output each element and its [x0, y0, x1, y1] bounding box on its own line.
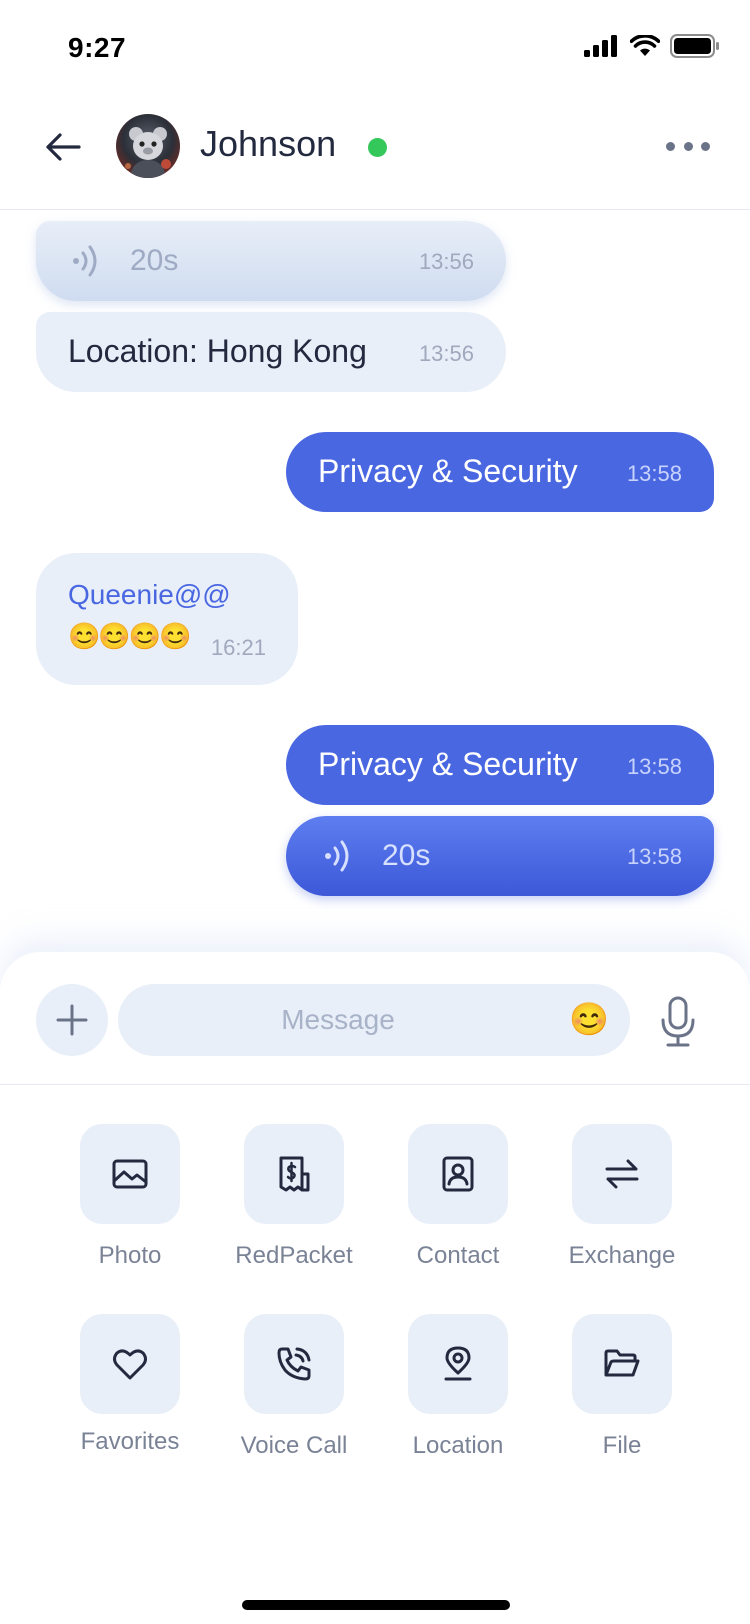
message-input[interactable]	[118, 984, 558, 1056]
more-dots-icon	[701, 141, 710, 151]
action-redpacket[interactable]: RedPacket	[214, 1124, 374, 1270]
action-tile[interactable]	[80, 1314, 180, 1414]
microphone-icon	[661, 996, 695, 1047]
voice-message-incoming[interactable]: 20s 13:56	[36, 221, 506, 301]
voice-wave-icon	[325, 840, 349, 872]
divider	[0, 1084, 750, 1085]
plus-icon	[56, 1004, 88, 1036]
message-text: Privacy & Security	[318, 746, 578, 782]
action-voice-call[interactable]: Voice Call	[214, 1314, 374, 1460]
message-list[interactable]: 20s 13:56 Location: Hong Kong 13:56 Priv…	[0, 211, 750, 951]
voice-duration: 20s	[130, 244, 179, 277]
exchange-icon	[605, 1159, 639, 1189]
avatar[interactable]	[116, 114, 180, 178]
message-input-container: 😊	[118, 984, 630, 1056]
action-tile[interactable]	[80, 1124, 180, 1224]
red-packet-icon	[279, 1156, 310, 1192]
message-time: 16:21	[210, 635, 266, 660]
emoji-text: 😊😊😊😊	[68, 621, 191, 651]
voice-wave-icon	[73, 245, 97, 277]
message-text: Privacy & Security	[318, 453, 578, 489]
message-time: 13:58	[626, 461, 682, 486]
voice-message-outgoing[interactable]: 20s 13:58	[286, 816, 714, 896]
cellular-signal-icon	[584, 35, 617, 57]
action-tile[interactable]	[408, 1124, 508, 1224]
action-photo[interactable]: Photo	[50, 1124, 210, 1270]
more-dots-icon	[683, 141, 693, 151]
avatar-image	[116, 114, 180, 178]
contact-icon	[442, 1156, 474, 1192]
mention-message-incoming[interactable]: Queenie@@ 😊😊😊😊 16:21	[36, 553, 298, 685]
action-label: Photo	[98, 1242, 162, 1269]
photo-icon	[112, 1159, 148, 1189]
action-tile[interactable]	[244, 1314, 344, 1414]
wifi-icon	[630, 35, 660, 56]
message-time: 13:58	[626, 754, 682, 779]
location-pin-icon	[444, 1346, 472, 1381]
action-favorites[interactable]: Favorites	[50, 1314, 210, 1456]
voice-duration: 20s	[382, 839, 431, 872]
voice-record-button[interactable]	[656, 994, 700, 1050]
heart-icon	[113, 1349, 147, 1380]
battery-icon	[670, 34, 719, 58]
text-message-incoming[interactable]: Location: Hong Kong 13:56	[36, 312, 506, 392]
phone-call-icon	[277, 1347, 311, 1381]
action-file[interactable]: File	[542, 1314, 702, 1460]
contact-name[interactable]: Johnson	[200, 123, 336, 165]
emoji-button[interactable]: 😊	[568, 998, 610, 1040]
folder-icon	[604, 1349, 640, 1377]
action-label: Favorites	[80, 1428, 180, 1455]
action-tile[interactable]	[572, 1124, 672, 1224]
home-indicator[interactable]	[242, 1600, 510, 1610]
online-status-indicator	[368, 138, 387, 157]
message-time: 13:58	[626, 844, 682, 869]
status-time: 9:27	[68, 32, 127, 63]
action-location[interactable]: Location	[378, 1314, 538, 1460]
action-exchange[interactable]: Exchange	[542, 1124, 702, 1270]
action-label: Location	[412, 1432, 504, 1459]
message-time: 13:56	[418, 341, 474, 366]
action-label: File	[602, 1432, 642, 1459]
smile-emoji-icon: 😊	[569, 1001, 609, 1037]
composer-panel: 😊 Photo	[0, 952, 750, 1624]
message-text: Location: Hong Kong	[68, 333, 367, 369]
back-button[interactable]	[40, 124, 86, 170]
action-label: Contact	[416, 1242, 500, 1269]
chat-header: Johnson	[0, 96, 750, 210]
status-icons	[584, 34, 720, 58]
text-message-outgoing[interactable]: Privacy & Security 13:58	[286, 725, 714, 805]
text-message-outgoing[interactable]: Privacy & Security 13:58	[286, 432, 714, 512]
sender-mention[interactable]: Queenie@@	[68, 579, 231, 611]
action-contact[interactable]: Contact	[378, 1124, 538, 1270]
action-label: Voice Call	[240, 1432, 348, 1459]
action-tile[interactable]	[572, 1314, 672, 1414]
status-bar: 9:27	[0, 0, 750, 96]
message-time: 13:56	[418, 249, 474, 274]
action-label: Exchange	[568, 1242, 676, 1269]
action-label: RedPacket	[235, 1242, 353, 1269]
action-tile[interactable]	[244, 1124, 344, 1224]
more-dots-icon	[666, 141, 675, 151]
back-arrow-icon	[46, 133, 81, 161]
action-tile[interactable]	[408, 1314, 508, 1414]
attach-button[interactable]	[36, 984, 108, 1056]
more-options-button[interactable]	[666, 136, 710, 156]
